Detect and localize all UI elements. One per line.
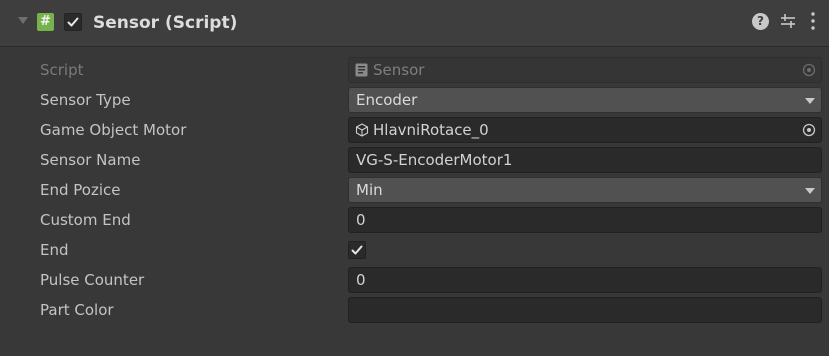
row-script: Script Sensor	[0, 55, 829, 85]
pulse-counter-input[interactable]: 0	[348, 267, 822, 293]
end-pozice-value: Min	[356, 181, 383, 199]
sensor-type-label: Sensor Type	[40, 91, 131, 109]
end-pozice-label: End Pozice	[40, 181, 121, 199]
script-picker-button	[797, 58, 821, 82]
part-color-label: Part Color	[40, 301, 114, 319]
sensor-name-input[interactable]: VG-S-EncoderMotor1	[348, 147, 822, 173]
inspector-component: # Sensor (Script) ? Script Sensor Sensor…	[0, 0, 829, 356]
script-object-field: Sensor	[348, 57, 822, 83]
script-label: Script	[40, 61, 84, 79]
row-sensor-type: Sensor Type Encoder	[0, 85, 829, 115]
pulse-counter-label: Pulse Counter	[40, 271, 145, 289]
chevron-down-icon	[805, 98, 815, 104]
custom-end-input[interactable]: 0	[348, 207, 822, 233]
sensor-name-label: Sensor Name	[40, 151, 141, 169]
sensor-type-dropdown[interactable]: Encoder	[348, 87, 822, 113]
script-value: Sensor	[373, 61, 425, 79]
row-game-object-motor: Game Object Motor HlavniRotace_0	[0, 115, 829, 145]
help-icon[interactable]: ?	[752, 13, 769, 30]
component-header[interactable]: # Sensor (Script) ?	[0, 0, 829, 47]
script-asset-icon	[355, 63, 368, 77]
part-color-input[interactable]	[348, 297, 822, 323]
game-object-motor-value: HlavniRotace_0	[373, 121, 489, 139]
chevron-down-icon	[805, 188, 815, 194]
csharp-script-icon: #	[37, 13, 54, 31]
kebab-menu-icon[interactable]	[810, 11, 816, 31]
game-object-motor-field[interactable]: HlavniRotace_0	[348, 117, 822, 143]
row-end: End	[0, 235, 829, 265]
game-object-motor-picker-button[interactable]	[797, 118, 821, 142]
end-checkbox[interactable]	[348, 241, 366, 259]
presets-sliders-icon[interactable]	[780, 12, 796, 30]
checkmark-icon	[351, 245, 363, 255]
checkmark-icon	[67, 17, 79, 27]
game-object-motor-label: Game Object Motor	[40, 121, 187, 139]
row-custom-end: Custom End 0	[0, 205, 829, 235]
custom-end-label: Custom End	[40, 211, 131, 229]
sensor-type-value: Encoder	[356, 91, 418, 109]
row-end-pozice: End Pozice Min	[0, 175, 829, 205]
row-sensor-name: Sensor Name VG-S-EncoderMotor1	[0, 145, 829, 175]
script-icon-glyph: #	[40, 14, 51, 29]
end-label: End	[40, 241, 69, 259]
gameobject-cube-icon	[355, 123, 369, 137]
object-picker-icon	[802, 123, 816, 137]
foldout-expanded-icon[interactable]	[18, 17, 28, 24]
row-pulse-counter: Pulse Counter 0	[0, 265, 829, 295]
object-picker-icon	[802, 63, 816, 77]
end-pozice-dropdown[interactable]: Min	[348, 177, 822, 203]
component-enabled-checkbox[interactable]	[64, 13, 82, 31]
row-part-color: Part Color	[0, 295, 829, 325]
component-title: Sensor (Script)	[93, 13, 238, 33]
